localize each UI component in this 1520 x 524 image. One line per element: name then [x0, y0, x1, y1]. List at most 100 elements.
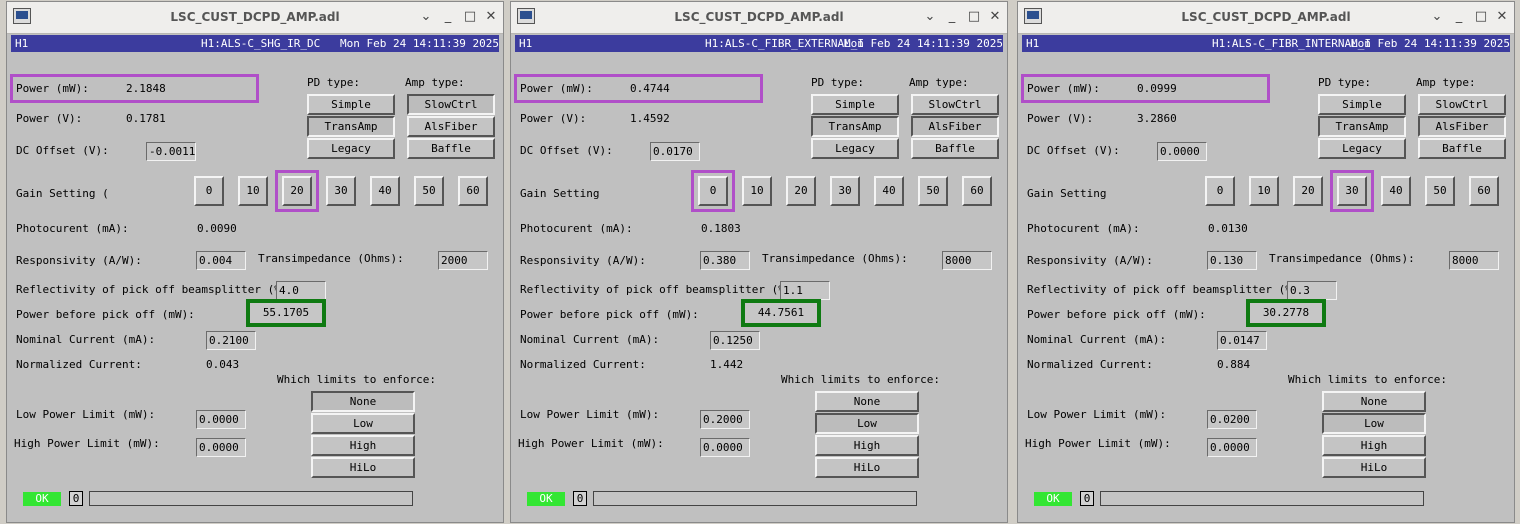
gain-setting-label: Gain Setting	[520, 187, 600, 200]
amp-type-slowctrl-button[interactable]: SlowCtrl	[407, 94, 495, 115]
amp-type-slowctrl-button[interactable]: SlowCtrl	[1418, 94, 1506, 115]
responsivity-field[interactable]: 0.380	[700, 251, 750, 270]
low-limit-label: Low Power Limit (mW):	[520, 408, 660, 421]
limit-low-button[interactable]: Low	[1322, 413, 1426, 434]
pd-type-simple-button[interactable]: Simple	[811, 94, 899, 115]
reflectivity-field[interactable]: 0.3	[1287, 281, 1337, 300]
close-icon[interactable]: ✕	[484, 9, 498, 25]
gain-40-button[interactable]: 40	[370, 176, 400, 206]
amp-type-alsfiber-button[interactable]: AlsFiber	[911, 116, 999, 137]
dc-offset-field[interactable]: -0.0011	[146, 142, 196, 161]
limit-high-button[interactable]: High	[311, 435, 415, 456]
site-label: H1	[15, 37, 29, 50]
gain-60-button[interactable]: 60	[458, 176, 488, 206]
low-limit-field[interactable]: 0.2000	[700, 410, 750, 429]
high-limit-field[interactable]: 0.0000	[196, 438, 246, 457]
limit-none-button[interactable]: None	[815, 391, 919, 412]
close-icon[interactable]: ✕	[1495, 9, 1509, 25]
pd-type-legacy-button[interactable]: Legacy	[307, 138, 395, 159]
gain-10-button[interactable]: 10	[238, 176, 268, 206]
gain-40-button[interactable]: 40	[1381, 176, 1411, 206]
maximize-icon[interactable]: □	[1474, 9, 1488, 25]
gain-40-button[interactable]: 40	[874, 176, 904, 206]
amp-type-alsfiber-button[interactable]: AlsFiber	[1418, 116, 1506, 137]
gain-20-button[interactable]: 20	[1293, 176, 1323, 206]
gain-0-button[interactable]: 0	[194, 176, 224, 206]
power-before-value: 30.2778	[1246, 299, 1326, 327]
high-limit-field[interactable]: 0.0000	[1207, 438, 1257, 457]
pd-type-simple-button[interactable]: Simple	[307, 94, 395, 115]
transimpedance-field[interactable]: 8000	[1449, 251, 1499, 270]
limit-hilo-button[interactable]: HiLo	[1322, 457, 1426, 478]
pd-type-legacy-button[interactable]: Legacy	[811, 138, 899, 159]
window-titlebar[interactable]: LSC_CUST_DCPD_AMP.adl ⌄ _ □ ✕	[511, 2, 1007, 34]
limit-low-button[interactable]: Low	[311, 413, 415, 434]
menu-chevron-icon[interactable]: ⌄	[419, 9, 433, 25]
gain-30-button[interactable]: 30	[326, 176, 356, 206]
amp-type-baffle-button[interactable]: Baffle	[1418, 138, 1506, 159]
limit-high-button[interactable]: High	[815, 435, 919, 456]
pd-type-legacy-button[interactable]: Legacy	[1318, 138, 1406, 159]
gain-50-button[interactable]: 50	[414, 176, 444, 206]
reflectivity-field[interactable]: 4.0	[276, 281, 326, 300]
limit-hilo-button[interactable]: HiLo	[815, 457, 919, 478]
transimpedance-field[interactable]: 8000	[942, 251, 992, 270]
high-limit-field[interactable]: 0.0000	[700, 438, 750, 457]
limit-low-button[interactable]: Low	[815, 413, 919, 434]
pd-type-simple-button[interactable]: Simple	[1318, 94, 1406, 115]
gain-60-button[interactable]: 60	[962, 176, 992, 206]
amp-type-baffle-button[interactable]: Baffle	[911, 138, 999, 159]
gain-0-button[interactable]: 0	[698, 176, 728, 206]
pd-type-transamp-button[interactable]: TransAmp	[811, 116, 899, 137]
photocurrent-label: Photocurent (mA):	[1027, 222, 1140, 235]
transimpedance-label: Transimpedance (Ohms):	[762, 252, 908, 265]
gain-60-button[interactable]: 60	[1469, 176, 1499, 206]
gain-30-button[interactable]: 30	[1337, 176, 1367, 206]
limit-hilo-button[interactable]: HiLo	[311, 457, 415, 478]
nominal-current-field[interactable]: 0.0147	[1217, 331, 1267, 350]
gain-20-button[interactable]: 20	[786, 176, 816, 206]
photocurrent-value: 0.0130	[1208, 222, 1248, 235]
gain-30-button[interactable]: 30	[830, 176, 860, 206]
menu-chevron-icon[interactable]: ⌄	[923, 9, 937, 25]
dc-offset-field[interactable]: 0.0000	[1157, 142, 1207, 161]
limit-none-button[interactable]: None	[311, 391, 415, 412]
low-limit-field[interactable]: 0.0000	[196, 410, 246, 429]
gain-50-button[interactable]: 50	[918, 176, 948, 206]
limit-none-button[interactable]: None	[1322, 391, 1426, 412]
gain-50-button[interactable]: 50	[1425, 176, 1455, 206]
pd-type-transamp-button[interactable]: TransAmp	[1318, 116, 1406, 137]
power-before-value: 55.1705	[246, 299, 326, 327]
minimize-icon[interactable]: _	[441, 9, 455, 25]
amp-type-baffle-button[interactable]: Baffle	[407, 138, 495, 159]
amp-type-alsfiber-button[interactable]: AlsFiber	[407, 116, 495, 137]
channel-header: H1 H1:ALS-C_SHG_IR_DC Mon Feb 24 14:11:3…	[11, 35, 499, 52]
dc-offset-field[interactable]: 0.0170	[650, 142, 700, 161]
pd-type-transamp-button[interactable]: TransAmp	[307, 116, 395, 137]
maximize-icon[interactable]: □	[463, 9, 477, 25]
responsivity-field[interactable]: 0.004	[196, 251, 246, 270]
high-limit-label: High Power Limit (mW):	[14, 437, 160, 450]
gain-0-button[interactable]: 0	[1205, 176, 1235, 206]
gain-10-button[interactable]: 10	[1249, 176, 1279, 206]
limit-high-button[interactable]: High	[1322, 435, 1426, 456]
responsivity-field[interactable]: 0.130	[1207, 251, 1257, 270]
nominal-current-field[interactable]: 0.1250	[710, 331, 760, 350]
close-icon[interactable]: ✕	[988, 9, 1002, 25]
pd-type-label: PD type:	[307, 76, 360, 89]
reflectivity-field[interactable]: 1.1	[780, 281, 830, 300]
nominal-current-field[interactable]: 0.2100	[206, 331, 256, 350]
minimize-icon[interactable]: _	[945, 9, 959, 25]
maximize-icon[interactable]: □	[967, 9, 981, 25]
window-titlebar[interactable]: LSC_CUST_DCPD_AMP.adl ⌄ _ □ ✕	[7, 2, 503, 34]
gain-20-button[interactable]: 20	[282, 176, 312, 206]
window-titlebar[interactable]: LSC_CUST_DCPD_AMP.adl ⌄ _ □ ✕	[1018, 2, 1514, 34]
minimize-icon[interactable]: _	[1452, 9, 1466, 25]
reflectivity-label: Reflectivity of pick off beamsplitter (%…	[520, 283, 799, 296]
medm-window: LSC_CUST_DCPD_AMP.adl ⌄ _ □ ✕ H1 H1:ALS-…	[6, 1, 504, 523]
transimpedance-field[interactable]: 2000	[438, 251, 488, 270]
gain-10-button[interactable]: 10	[742, 176, 772, 206]
menu-chevron-icon[interactable]: ⌄	[1430, 9, 1444, 25]
amp-type-slowctrl-button[interactable]: SlowCtrl	[911, 94, 999, 115]
low-limit-field[interactable]: 0.0200	[1207, 410, 1257, 429]
